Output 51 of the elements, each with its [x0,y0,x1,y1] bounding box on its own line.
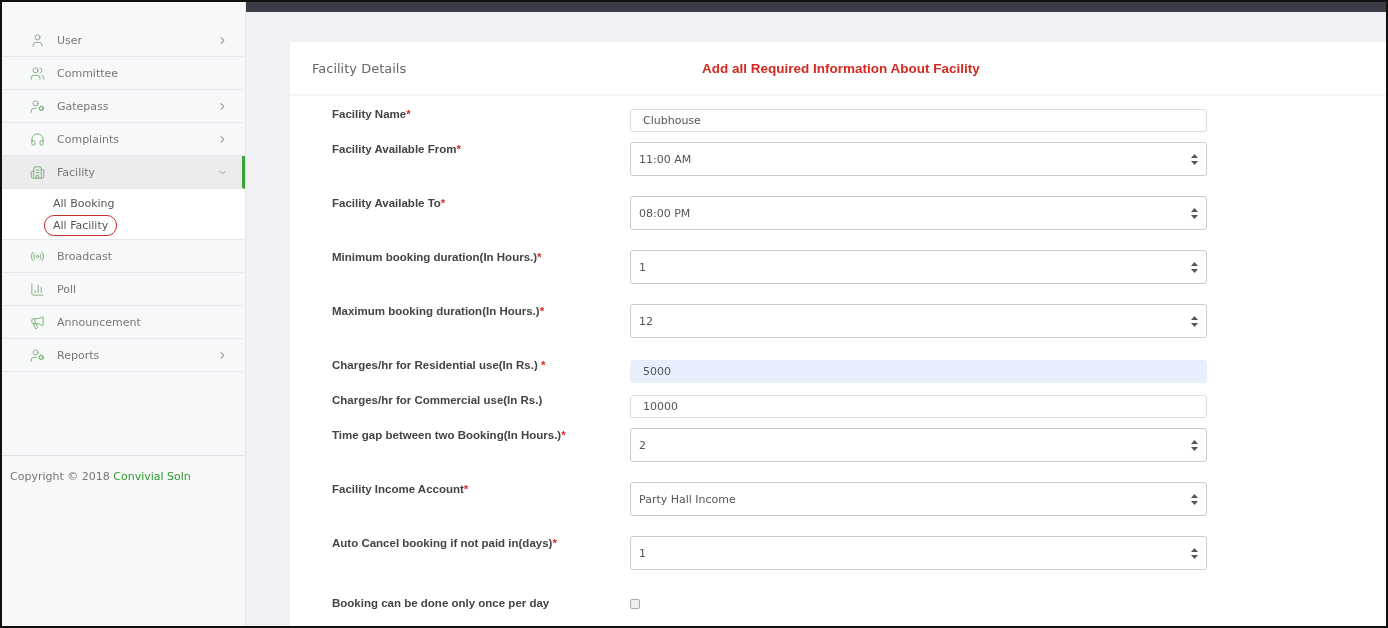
select-field[interactable]: 1 [630,536,1207,570]
sidebar-item[interactable]: Gatepass [2,90,245,123]
select-arrows-icon [1191,153,1198,165]
field-label: Time gap between two Booking(In Hours.)* [332,428,567,441]
company-link[interactable]: Convivial Soln [113,470,191,483]
field-label: Maximum booking duration(In Hours.)* [332,304,546,317]
sidebar-item[interactable]: Broadcast [2,240,245,273]
headset-icon [30,131,45,147]
sidebar-item[interactable]: Announcement [2,306,245,339]
megaphone-icon [30,314,45,330]
select-arrows-icon [1191,315,1198,327]
select-field[interactable]: 1 [630,250,1207,284]
user-icon [30,32,45,48]
field-label: Charges/hr for Residential use(In Rs.) * [332,358,547,371]
select-arrows-icon [1191,261,1198,273]
sidebar-item[interactable]: Committee [2,57,245,90]
select-field[interactable]: 2 [630,428,1207,462]
field-label: Facility Income Account* [332,482,470,495]
text-field[interactable]: 5000 [630,360,1207,383]
building-icon [30,164,45,180]
field-label: Facility Name* [332,107,412,120]
field-label: Auto Cancel booking if not paid in(days)* [332,536,558,549]
sidebar-item[interactable]: Poll [2,273,245,306]
select-arrows-icon [1191,207,1198,219]
select-arrows-icon [1191,547,1198,559]
sidebar-item[interactable]: User [2,24,245,57]
checkbox[interactable] [630,599,640,609]
select-arrows-icon [1191,493,1198,505]
copyright-text: Copyright © 2018 Convivial Soln [9,469,192,483]
field-label: Facility Available To* [332,196,447,209]
field-label: Booking can be done only once per day [332,596,551,609]
field-label: Charges/hr for Commercial use(In Rs.) [332,393,544,406]
card-title: Facility Details [312,60,408,76]
select-field[interactable]: Party Hall Income [630,482,1207,516]
select-field[interactable]: 08:00 PM [630,196,1207,230]
select-field[interactable]: 11:00 AM [630,142,1207,176]
group-icon [30,65,45,81]
sidebar-item[interactable]: Reports [2,339,245,372]
text-field[interactable]: Clubhouse [630,109,1207,132]
sidebar-item[interactable]: Facility [2,156,245,189]
submenu-item[interactable]: All Booking [44,193,124,214]
text-field[interactable]: 10000 [630,395,1207,418]
select-field[interactable]: 12 [630,304,1207,338]
bar-chart-icon [30,281,45,297]
field-label: Facility Available From* [332,142,462,155]
person-icon [30,98,45,114]
submenu-item[interactable]: All Facility [44,215,118,236]
notice-text: Add all Required Information About Facility [702,60,980,76]
person-icon [30,347,45,363]
select-arrows-icon [1191,439,1198,451]
field-label: Minimum booking duration(In Hours.)* [332,250,543,263]
